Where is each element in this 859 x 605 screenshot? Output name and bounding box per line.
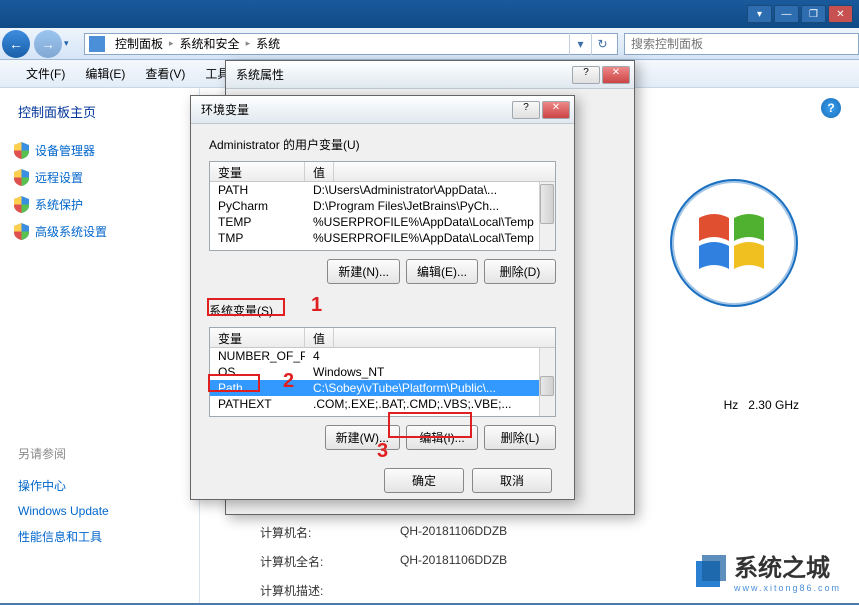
sidebar-also-title: 另请参阅	[18, 445, 189, 462]
sidebar-link-label: 系统保护	[35, 196, 83, 213]
sidebar-also-action-center[interactable]: 操作中心	[18, 472, 189, 499]
table-row[interactable]: TMP%USERPROFILE%\AppData\Local\Temp	[210, 230, 555, 246]
watermark-icon	[688, 551, 728, 591]
edit-sys-var-button[interactable]: 编辑(I)...	[406, 425, 478, 450]
column-header-value[interactable]: 值	[305, 162, 334, 181]
computer-desc-label: 计算机描述:	[260, 582, 400, 599]
table-row[interactable]: PATHEXT.COM;.EXE;.BAT;.CMD;.VBS;.VBE;...	[210, 396, 555, 412]
address-bar[interactable]: 控制面板 ▸ 系统和安全 ▸ 系统 ▾ ↻	[84, 33, 618, 55]
column-header-variable[interactable]: 变量	[210, 162, 305, 181]
navigation-bar: ← → ▾ 控制面板 ▸ 系统和安全 ▸ 系统 ▾ ↻	[0, 28, 859, 60]
computer-name-label: 计算机名:	[260, 524, 400, 541]
nav-history-dropdown[interactable]: ▾	[64, 38, 78, 49]
sidebar-link-system-protection[interactable]: 系统保护	[10, 191, 189, 218]
scrollbar[interactable]	[539, 348, 555, 416]
sidebar-link-remote-settings[interactable]: 远程设置	[10, 164, 189, 191]
column-header-value[interactable]: 值	[305, 328, 334, 347]
shield-icon	[14, 142, 29, 159]
sidebar-link-label: 远程设置	[35, 169, 83, 186]
breadcrumb-item[interactable]: 系统和安全	[176, 35, 244, 52]
computer-fullname-value: QH-20181106DDZB	[400, 553, 507, 570]
scrollbar-thumb[interactable]	[540, 184, 554, 224]
edit-user-var-button[interactable]: 编辑(E)...	[406, 259, 478, 284]
sidebar-link-label: 设备管理器	[35, 142, 95, 159]
dialog-title: 环境变量	[201, 101, 249, 118]
maximize-button[interactable]: ❐	[801, 5, 826, 23]
shield-icon	[14, 223, 29, 240]
dialog-close-button[interactable]: ✕	[602, 66, 630, 84]
table-row[interactable]: PyCharmD:\Program Files\JetBrains\PyCh..…	[210, 198, 555, 214]
sidebar-link-advanced-settings[interactable]: 高级系统设置	[10, 218, 189, 245]
sidebar-link-label: 高级系统设置	[35, 223, 107, 240]
computer-name-value: QH-20181106DDZB	[400, 524, 507, 541]
close-button[interactable]: ✕	[828, 5, 853, 23]
computer-fullname-label: 计算机全名:	[260, 553, 400, 570]
forward-button[interactable]: →	[34, 30, 62, 58]
table-row[interactable]: TEMP%USERPROFILE%\AppData\Local\Temp	[210, 214, 555, 230]
table-row-selected[interactable]: PathC:\Sobey\vTube\Platform\Public\...	[210, 380, 555, 396]
user-variables-label: Administrator 的用户变量(U)	[209, 136, 556, 153]
table-row[interactable]: OSWindows_NT	[210, 364, 555, 380]
sidebar-link-device-manager[interactable]: 设备管理器	[10, 137, 189, 164]
dialog-close-button[interactable]: ✕	[542, 101, 570, 119]
dialog-title: 系统属性	[236, 66, 284, 83]
help-icon[interactable]: ?	[821, 98, 841, 118]
location-icon	[89, 36, 105, 52]
shield-icon	[14, 169, 29, 186]
breadcrumb-sep-icon: ▸	[167, 38, 176, 49]
sidebar-also-performance[interactable]: 性能信息和工具	[18, 523, 189, 550]
delete-sys-var-button[interactable]: 删除(L)	[484, 425, 556, 450]
windows-logo-icon	[669, 178, 799, 308]
table-row[interactable]: NUMBER_OF_PR...4	[210, 348, 555, 364]
ok-button[interactable]: 确定	[384, 468, 464, 493]
sidebar-title: 控制面板主页	[10, 102, 189, 121]
new-sys-var-button[interactable]: 新建(W)...	[325, 425, 400, 450]
table-row[interactable]: PATHD:\Users\Administrator\AppData\...	[210, 182, 555, 198]
cancel-button[interactable]: 取消	[472, 468, 552, 493]
dialog-help-button[interactable]: ?	[512, 101, 540, 119]
user-variables-table[interactable]: 变量 值 PATHD:\Users\Administrator\AppData\…	[209, 161, 556, 251]
back-button[interactable]: ←	[2, 30, 30, 58]
cpu-ghz-value: 2.30 GHz	[748, 398, 799, 412]
minimize-button[interactable]: —	[774, 5, 799, 23]
new-user-var-button[interactable]: 新建(N)...	[327, 259, 400, 284]
address-dropdown-button[interactable]: ▾	[569, 33, 591, 55]
breadcrumb-sep-icon: ▸	[244, 38, 253, 49]
watermark: 系统之城 www.xitong86.com	[688, 548, 841, 593]
breadcrumb-item[interactable]: 控制面板	[111, 35, 167, 52]
system-variables-table[interactable]: 变量 值 NUMBER_OF_PR...4 OSWindows_NT PathC…	[209, 327, 556, 417]
watermark-text: 系统之城	[734, 548, 841, 583]
environment-variables-dialog: 环境变量 ? ✕ Administrator 的用户变量(U) 变量 值 PAT…	[190, 95, 575, 500]
menu-view[interactable]: 查看(V)	[137, 61, 193, 86]
shield-icon	[14, 196, 29, 213]
search-input[interactable]	[624, 33, 859, 55]
dialog-help-button[interactable]: ?	[572, 66, 600, 84]
menu-file[interactable]: 文件(F)	[18, 61, 73, 86]
window-titlebar: ▾ — ❐ ✕	[0, 0, 859, 28]
cpu-ghz-label: Hz	[724, 398, 739, 412]
sidebar: 控制面板主页 设备管理器 远程设置 系统保护 高级系统设置 另请参阅 操作中心 …	[0, 88, 200, 603]
sidebar-also-windows-update[interactable]: Windows Update	[18, 499, 189, 523]
system-variables-label: 系统变量(S)	[209, 302, 556, 319]
scrollbar[interactable]	[539, 182, 555, 250]
titlebar-dropdown-button[interactable]: ▾	[747, 5, 772, 23]
delete-user-var-button[interactable]: 删除(D)	[484, 259, 556, 284]
menu-edit[interactable]: 编辑(E)	[77, 61, 133, 86]
column-header-variable[interactable]: 变量	[210, 328, 305, 347]
watermark-url: www.xitong86.com	[734, 583, 841, 593]
refresh-button[interactable]: ↻	[591, 33, 613, 55]
scrollbar-thumb[interactable]	[540, 376, 554, 396]
breadcrumb-item[interactable]: 系统	[252, 35, 284, 52]
